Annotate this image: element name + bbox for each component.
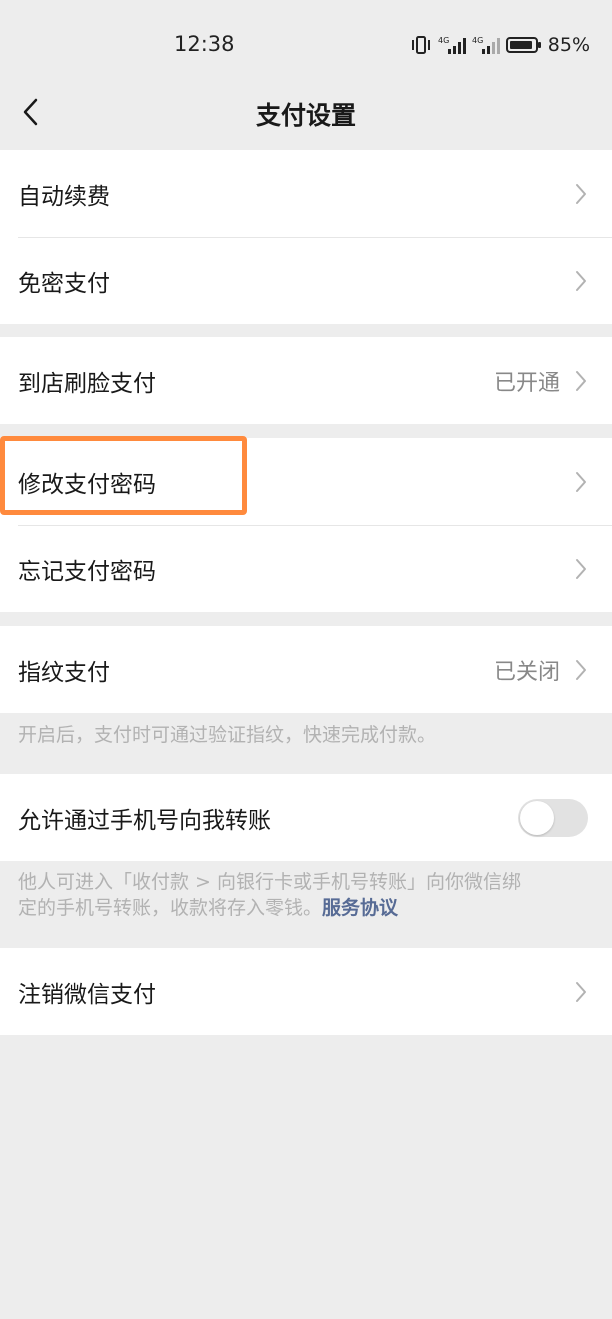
signal-icon: 4G: [472, 36, 500, 54]
battery-percent: 85%: [547, 34, 590, 56]
settings-group-4: 指纹支付 已关闭: [0, 626, 612, 713]
settings-group-2: 到店刷脸支付 已开通: [0, 337, 612, 424]
row-auto-renew[interactable]: 自动续费: [0, 150, 612, 237]
row-deactivate-wechat-pay[interactable]: 注销微信支付: [0, 948, 612, 1035]
row-status-value: 已开通: [493, 370, 560, 396]
row-change-password[interactable]: 修改支付密码: [0, 438, 612, 525]
row-label: 指纹支付: [18, 659, 110, 686]
signal-icon: 4G: [438, 36, 466, 54]
row-allow-phone-transfer: 允许通过手机号向我转账: [0, 774, 612, 861]
toggle-knob: [520, 800, 554, 835]
description-line-2-text: 定的手机号转账，收款将存入零钱。: [18, 897, 323, 919]
row-label: 注销微信支付: [18, 981, 156, 1008]
settings-group-1: 自动续费 免密支付: [0, 150, 612, 324]
fingerprint-description: 开启后，支付时可通过验证指纹，快速完成付款。: [18, 724, 437, 746]
status-time: 12:38: [174, 32, 235, 56]
row-label: 免密支付: [18, 270, 110, 297]
settings-group-5: 允许通过手机号向我转账: [0, 774, 612, 861]
phone-transfer-toggle[interactable]: [518, 798, 588, 837]
settings-group-3: 修改支付密码 忘记支付密码: [0, 438, 612, 612]
row-label: 忘记支付密码: [18, 558, 156, 585]
row-status-value: 已关闭: [493, 659, 560, 685]
row-forgot-password[interactable]: 忘记支付密码: [0, 525, 612, 612]
description-line-1: 他人可进入「收付款 > 向银行卡或手机号转账」向你微信绑: [18, 871, 522, 893]
row-label: 到店刷脸支付: [18, 370, 156, 397]
signal1-label: 4G: [438, 36, 449, 45]
chevron-right-icon: [576, 981, 586, 1002]
row-password-free-pay[interactable]: 免密支付: [0, 237, 612, 324]
chevron-right-icon: [576, 183, 586, 204]
row-label: 允许通过手机号向我转账: [18, 807, 271, 834]
settings-group-6: 注销微信支付: [0, 948, 612, 1035]
chevron-right-icon: [576, 370, 586, 391]
row-label: 自动续费: [18, 183, 110, 210]
chevron-right-icon: [576, 558, 586, 579]
chevron-right-icon: [576, 270, 586, 291]
phone-transfer-description: 他人可进入「收付款 > 向银行卡或手机号转账」向你微信绑 定的手机号转账，收款将…: [18, 869, 590, 921]
vibrate-icon: [411, 36, 430, 54]
description-line-2: 定的手机号转账，收款将存入零钱。服务协议: [18, 895, 590, 921]
service-agreement-link[interactable]: 服务协议: [322, 897, 398, 919]
nav-bar: 支付设置: [0, 74, 612, 150]
battery-icon: [505, 37, 541, 53]
page-title: 支付设置: [255, 101, 356, 130]
chevron-right-icon: [576, 471, 586, 492]
row-face-pay[interactable]: 到店刷脸支付 已开通: [0, 337, 612, 424]
row-fingerprint-pay[interactable]: 指纹支付 已关闭: [0, 626, 612, 713]
chevron-right-icon: [576, 659, 586, 680]
row-label: 修改支付密码: [18, 471, 156, 498]
status-icons: 4G 4G 85%: [410, 33, 590, 57]
signal2-label: 4G: [472, 36, 483, 45]
